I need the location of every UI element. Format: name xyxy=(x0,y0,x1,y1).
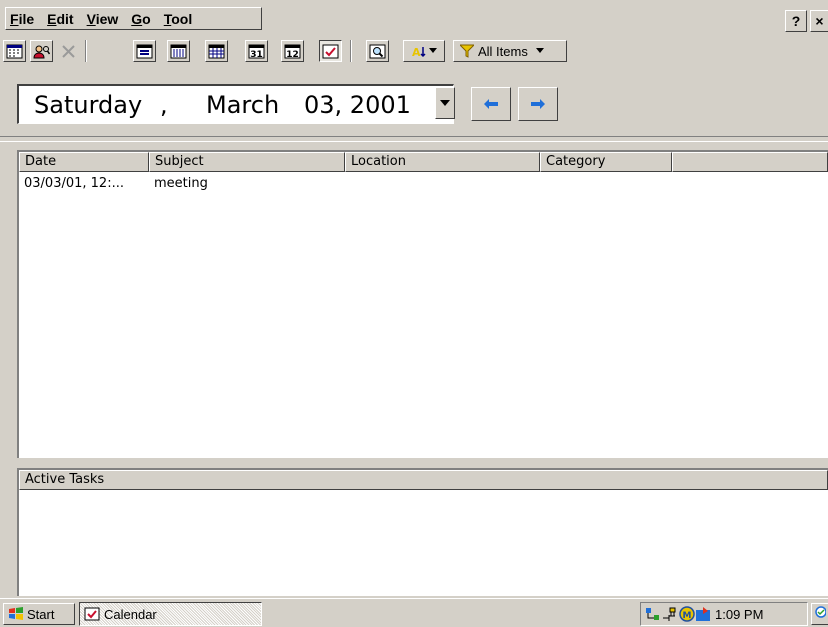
svg-text:12: 12 xyxy=(286,50,299,59)
cell-subject: meeting xyxy=(154,176,208,191)
svg-text:31: 31 xyxy=(250,50,263,59)
new-appointment-button[interactable] xyxy=(3,40,26,62)
filter-label: All Items xyxy=(478,43,528,59)
power-plug-icon[interactable] xyxy=(661,606,679,622)
menu-view[interactable]: View xyxy=(87,11,119,27)
sort-button[interactable]: A xyxy=(403,40,445,62)
menu-tool-label: ool xyxy=(171,10,193,27)
close-button[interactable]: × xyxy=(810,10,828,32)
column-header-location[interactable]: Location xyxy=(345,152,540,172)
month-view-button[interactable] xyxy=(205,40,228,62)
cell-category xyxy=(540,174,672,194)
find-person-button[interactable] xyxy=(30,40,53,62)
system-tray: M 1:09 PM xyxy=(640,602,808,626)
calendar-app-icon xyxy=(84,607,100,621)
week-view-button[interactable] xyxy=(167,40,190,62)
windows-logo-icon xyxy=(9,607,23,620)
find-button[interactable] xyxy=(366,40,389,62)
toolbar-separator xyxy=(350,40,352,62)
clock[interactable]: 1:09 PM xyxy=(715,607,763,622)
appointment-list[interactable]: Date Subject Location Category 03/03/01,… xyxy=(17,150,828,458)
date-display[interactable]: Saturday , March 03, 2001 xyxy=(17,84,454,124)
menu-go-accel: G xyxy=(131,10,143,27)
week-view-icon xyxy=(170,44,187,58)
menu-go-label: o xyxy=(142,10,151,27)
month-view-icon xyxy=(208,44,225,58)
calendar-new-icon xyxy=(6,44,23,58)
date-day-year: 03, 2001 xyxy=(304,91,411,119)
start-label: Start xyxy=(27,606,55,622)
menu-edit-label: dit xyxy=(56,10,74,27)
list-header: Date Subject Location Category xyxy=(19,152,828,172)
menu-view-label: iew xyxy=(95,10,119,27)
arrow-right-icon xyxy=(531,99,545,109)
date-month: March xyxy=(206,91,280,119)
help-button[interactable]: ? xyxy=(785,10,807,32)
filter-icon xyxy=(460,44,474,58)
input-panel-icon[interactable] xyxy=(695,606,711,622)
sort-icon: A xyxy=(412,46,426,59)
desktop-button[interactable] xyxy=(811,603,828,625)
menu-file-label: ile xyxy=(18,10,35,27)
taskbar: Start Calendar M 1:09 PM xyxy=(0,598,828,627)
date-12-icon: 12 xyxy=(284,44,301,59)
toolbar: 31 12 A All Items xyxy=(0,36,828,70)
table-row[interactable]: 03/03/01, 12:... meeting xyxy=(19,174,672,194)
column-header-subject[interactable]: Subject xyxy=(149,152,345,172)
date-31-icon: 31 xyxy=(248,44,265,59)
next-day-button[interactable] xyxy=(518,87,558,121)
date-weekday: Saturday xyxy=(34,91,143,119)
delete-button[interactable] xyxy=(57,40,80,62)
tasks-header: Active Tasks xyxy=(19,470,828,490)
menu-file-accel: F xyxy=(10,10,19,27)
find-person-icon xyxy=(33,45,50,58)
day-view-icon xyxy=(136,44,153,58)
column-header-date[interactable]: Date xyxy=(19,152,149,172)
date-dropdown-button[interactable] xyxy=(435,87,455,119)
chevron-down-icon xyxy=(428,48,437,53)
list-view-button[interactable] xyxy=(319,40,342,62)
filter-dropdown[interactable]: All Items xyxy=(453,40,567,62)
cell-date: 03/03/01, 12:... xyxy=(24,176,124,191)
agenda-view-button[interactable]: 12 xyxy=(281,40,304,62)
start-button[interactable]: Start xyxy=(3,603,75,625)
svg-text:M: M xyxy=(683,611,692,621)
taskbar-calendar-label: Calendar xyxy=(104,606,157,622)
column-header-blank[interactable] xyxy=(672,152,828,172)
day-view-button[interactable] xyxy=(133,40,156,62)
column-header-category[interactable]: Category xyxy=(540,152,672,172)
menu-go[interactable]: Go xyxy=(131,11,150,27)
menu-strip: File Edit View Go Tool xyxy=(5,7,262,30)
messenger-icon[interactable]: M xyxy=(679,606,695,622)
arrow-left-icon xyxy=(484,99,498,109)
previous-day-button[interactable] xyxy=(471,87,511,121)
network-icon[interactable] xyxy=(645,606,661,622)
menu-bar: File Edit View Go Tool ? × xyxy=(0,0,828,34)
find-icon xyxy=(369,44,386,58)
active-tasks-pane[interactable]: Active Tasks xyxy=(17,468,828,596)
tasks-header-label[interactable]: Active Tasks xyxy=(19,470,828,490)
menu-tool[interactable]: Tool xyxy=(164,11,193,27)
menu-view-accel: V xyxy=(86,10,96,27)
menu-file[interactable]: File xyxy=(10,11,34,27)
menu-edit[interactable]: Edit xyxy=(47,11,73,27)
show-desktop-icon xyxy=(815,606,827,618)
year-view-button[interactable]: 31 xyxy=(245,40,268,62)
chevron-down-icon xyxy=(440,100,450,106)
toolbar-separator xyxy=(85,40,87,62)
svg-text:A: A xyxy=(412,46,421,59)
cell-location xyxy=(345,174,540,194)
date-comma: , xyxy=(160,91,168,119)
taskbar-calendar-button[interactable]: Calendar xyxy=(79,602,262,626)
list-view-icon xyxy=(322,44,339,58)
chevron-down-icon xyxy=(535,48,544,53)
delete-icon xyxy=(62,44,75,58)
section-divider xyxy=(0,136,828,142)
